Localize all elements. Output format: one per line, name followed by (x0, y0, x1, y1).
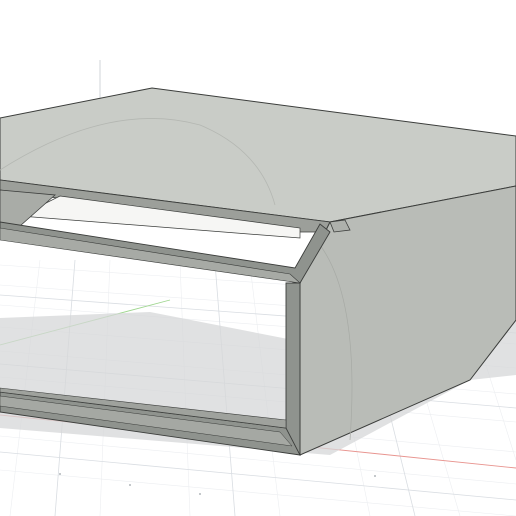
front-vertical-post[interactable] (285, 282, 301, 456)
3d-viewport[interactable] (0, 0, 516, 516)
